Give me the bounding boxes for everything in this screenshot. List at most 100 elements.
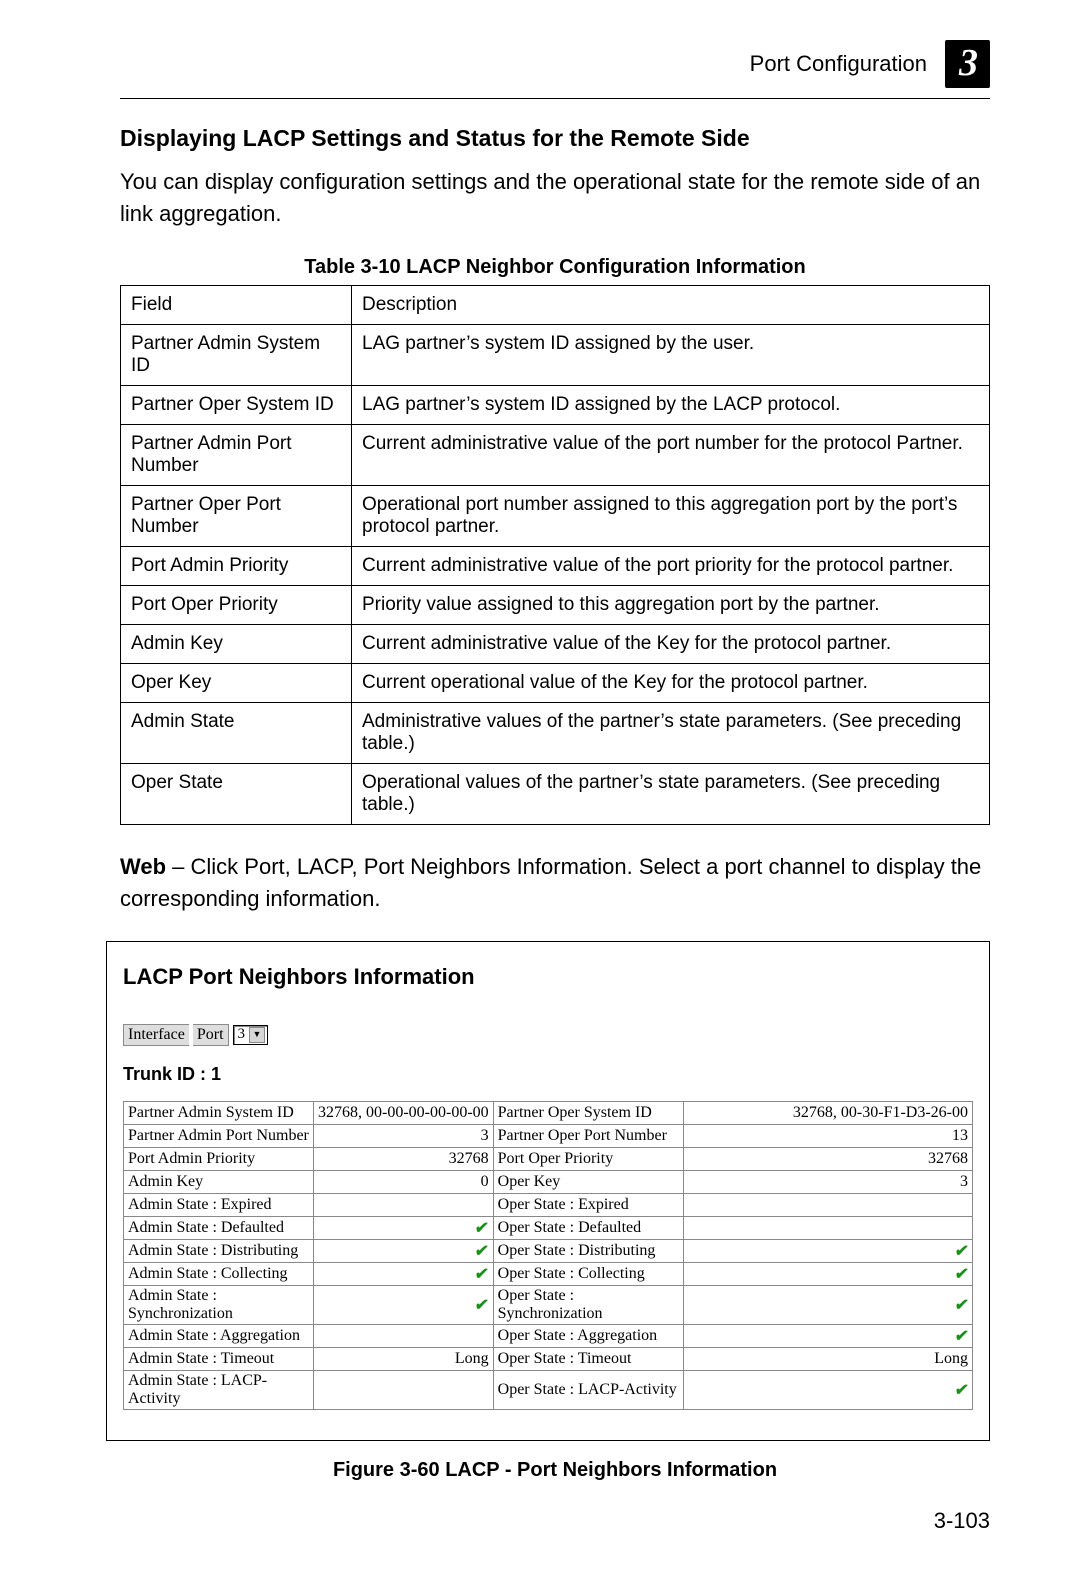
table-row: Partner Admin System IDLAG partner’s sys… <box>121 324 990 385</box>
admin-label: Admin State : Aggregation <box>124 1324 314 1347</box>
admin-value <box>314 1370 494 1409</box>
oper-label: Oper State : LACP-Activity <box>493 1370 683 1409</box>
admin-label: Admin State : Synchronization <box>124 1285 314 1324</box>
section-heading: Displaying LACP Settings and Status for … <box>120 125 990 152</box>
oper-value: ✔ <box>683 1324 972 1347</box>
interface-label: Interface <box>123 1024 189 1046</box>
admin-value: ✔ <box>314 1285 494 1324</box>
field-name: Oper State <box>121 763 352 824</box>
table-row: Port Admin PriorityCurrent administrativ… <box>121 546 990 585</box>
lacp-neighbor-fields-table: Field Description Partner Admin System I… <box>120 285 990 825</box>
table-row: Admin State : TimeoutLongOper State : Ti… <box>124 1347 973 1370</box>
oper-value: ✔ <box>683 1239 972 1262</box>
oper-value: ✔ <box>683 1262 972 1285</box>
field-description: Priority value assigned to this aggregat… <box>352 585 990 624</box>
admin-label: Port Admin Priority <box>124 1147 314 1170</box>
field-name: Port Admin Priority <box>121 546 352 585</box>
oper-value: 32768, 00-30-F1-D3-26-00 <box>683 1101 972 1124</box>
table-row: Partner Admin Port Number3Partner Oper P… <box>124 1124 973 1147</box>
check-icon: ✔ <box>953 1295 969 1315</box>
check-icon: ✔ <box>953 1326 969 1346</box>
field-description: Current operational value of the Key for… <box>352 663 990 702</box>
table-row: Admin State : Aggregation Oper State : Ag… <box>124 1324 973 1347</box>
check-icon: ✔ <box>474 1295 490 1315</box>
field-name: Admin Key <box>121 624 352 663</box>
check-icon: ✔ <box>953 1241 969 1261</box>
oper-value: ✔ <box>683 1370 972 1409</box>
breadcrumb: Port Configuration <box>750 51 927 77</box>
table-row: Port Admin Priority32768Port Oper Priori… <box>124 1147 973 1170</box>
admin-label: Partner Admin Port Number <box>124 1124 314 1147</box>
oper-value: ✔ <box>683 1285 972 1324</box>
field-description: Current administrative value of the port… <box>352 546 990 585</box>
admin-label: Admin State : Distributing <box>124 1239 314 1262</box>
oper-label: Oper State : Collecting <box>493 1262 683 1285</box>
check-icon: ✔ <box>953 1264 969 1284</box>
admin-value: ✔ <box>314 1239 494 1262</box>
figure-caption: Figure 3-60 LACP - Port Neighbors Inform… <box>120 1459 990 1482</box>
field-description: LAG partner’s system ID assigned by the … <box>352 385 990 424</box>
table-row: Admin StateAdministrative values of the … <box>121 702 990 763</box>
table-row: Partner Oper System IDLAG partner’s syst… <box>121 385 990 424</box>
admin-value: ✔ <box>314 1216 494 1239</box>
admin-label: Admin State : Defaulted <box>124 1216 314 1239</box>
oper-label: Oper State : Expired <box>493 1193 683 1216</box>
chapter-number-badge: 3 <box>945 40 990 88</box>
field-description: Operational values of the partner’s stat… <box>352 763 990 824</box>
oper-label: Partner Oper Port Number <box>493 1124 683 1147</box>
table-row: Admin State : Distributing✔Oper State : … <box>124 1239 973 1262</box>
table-row: Admin State : LACP-Activity Oper State : … <box>124 1370 973 1409</box>
table-row: Oper StateOperational values of the part… <box>121 763 990 824</box>
oper-label: Port Oper Priority <box>493 1147 683 1170</box>
field-description: Operational port number assigned to this… <box>352 485 990 546</box>
oper-value: 13 <box>683 1124 972 1147</box>
admin-value: 32768 <box>314 1147 494 1170</box>
oper-label: Oper State : Defaulted <box>493 1216 683 1239</box>
oper-value <box>683 1216 972 1239</box>
field-description: Current administrative value of the port… <box>352 424 990 485</box>
table-caption: Table 3-10 LACP Neighbor Configuration I… <box>120 256 990 279</box>
table-row: Partner Admin Port NumberCurrent adminis… <box>121 424 990 485</box>
field-description: Administrative values of the partner’s s… <box>352 702 990 763</box>
oper-value <box>683 1193 972 1216</box>
table-row: Admin Key0Oper Key3 <box>124 1170 973 1193</box>
port-select[interactable]: 3 ▼ <box>233 1025 269 1045</box>
table-row: Port Oper PriorityPriority value assigne… <box>121 585 990 624</box>
neighbors-data-table: Partner Admin System ID32768, 00-00-00-0… <box>123 1101 973 1410</box>
admin-label: Admin State : Collecting <box>124 1262 314 1285</box>
admin-label: Admin Key <box>124 1170 314 1193</box>
field-name: Partner Oper System ID <box>121 385 352 424</box>
admin-label: Partner Admin System ID <box>124 1101 314 1124</box>
admin-value: 32768, 00-00-00-00-00-00 <box>314 1101 494 1124</box>
oper-label: Partner Oper System ID <box>493 1101 683 1124</box>
header-rule <box>120 98 990 99</box>
field-description: Current administrative value of the Key … <box>352 624 990 663</box>
oper-label: Oper State : Aggregation <box>493 1324 683 1347</box>
field-description: LAG partner’s system ID assigned by the … <box>352 324 990 385</box>
check-icon: ✔ <box>474 1264 490 1284</box>
oper-label: Oper State : Distributing <box>493 1239 683 1262</box>
admin-value <box>314 1324 494 1347</box>
admin-label: Admin State : LACP-Activity <box>124 1370 314 1409</box>
table-row: Admin State : Defaulted ✔Oper State : Def… <box>124 1216 973 1239</box>
interface-port-label: Port <box>193 1024 229 1046</box>
table-row: Admin State : Synchronization✔Oper State… <box>124 1285 973 1324</box>
page-number: 3-103 <box>934 1508 990 1534</box>
port-select-value: 3 <box>238 1026 246 1043</box>
web-nav-text: – Click Port, LACP, Port Neighbors Infor… <box>120 854 981 911</box>
admin-value: 3 <box>314 1124 494 1147</box>
admin-label: Admin State : Timeout <box>124 1347 314 1370</box>
panel-title: LACP Port Neighbors Information <box>123 964 973 990</box>
field-name: Port Oper Priority <box>121 585 352 624</box>
field-name: Oper Key <box>121 663 352 702</box>
table-row: Partner Admin System ID32768, 00-00-00-0… <box>124 1101 973 1124</box>
field-name: Partner Admin System ID <box>121 324 352 385</box>
oper-label: Oper State : Synchronization <box>493 1285 683 1324</box>
col-header-field: Field <box>121 285 352 324</box>
oper-value: 32768 <box>683 1147 972 1170</box>
field-name: Partner Admin Port Number <box>121 424 352 485</box>
oper-label: Oper State : Timeout <box>493 1347 683 1370</box>
chevron-down-icon: ▼ <box>249 1027 265 1043</box>
check-icon: ✔ <box>474 1218 490 1238</box>
oper-label: Oper Key <box>493 1170 683 1193</box>
